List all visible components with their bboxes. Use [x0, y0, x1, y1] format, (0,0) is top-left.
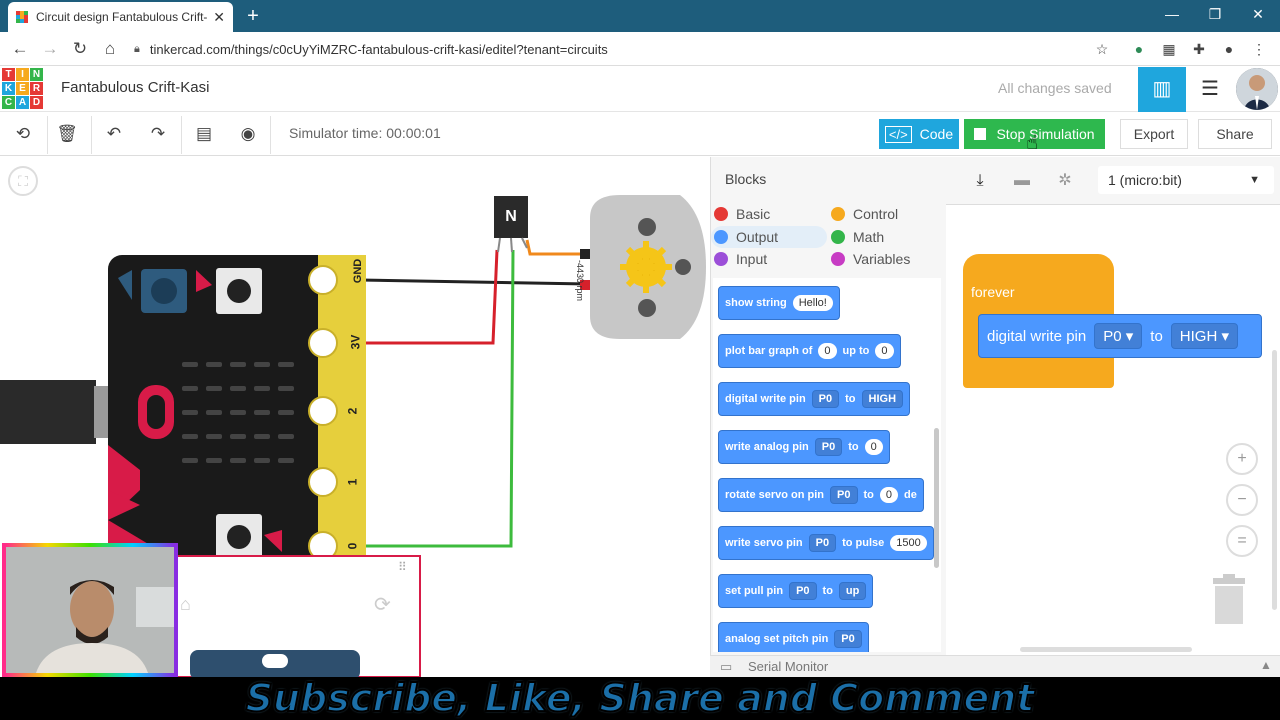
category-basic[interactable]: Basic: [714, 204, 770, 224]
block-write-servo-pin[interactable]: write servo pin P0 to pulse 1500: [718, 526, 934, 560]
workspace-vertical-scrollbar[interactable]: [1272, 350, 1277, 610]
share-button[interactable]: Share: [1198, 119, 1272, 149]
redo-icon[interactable]: ↷: [145, 122, 171, 146]
stop-label: Stop Simulation: [996, 126, 1095, 142]
workspace-horizontal-scrollbar[interactable]: [1020, 647, 1192, 652]
block-digital-write-pin[interactable]: digital write pin P0 to HIGH: [718, 382, 911, 416]
visibility-eye-icon[interactable]: ◉: [235, 122, 261, 146]
block-analog-set-pitch-pin[interactable]: analog set pitch pin P0: [718, 622, 869, 652]
pin-dropdown[interactable]: P0 ▾: [1094, 323, 1143, 349]
math-dot-icon: [831, 230, 845, 244]
debug-bug-icon[interactable]: ✲: [1052, 170, 1078, 192]
profile-icon[interactable]: ●: [1220, 40, 1238, 58]
category-output[interactable]: Output: [714, 227, 778, 247]
blocks-header: Blocks: [725, 171, 767, 187]
simulator-time: Simulator time: 00:00:01: [289, 125, 441, 141]
rotate-icon[interactable]: ⟲: [10, 122, 36, 146]
zoom-in-icon[interactable]: +: [1226, 443, 1258, 475]
forward-arrow-icon[interactable]: →: [39, 38, 61, 60]
tab-title: Circuit design Fantabulous Crift-: [36, 10, 208, 24]
rotate-view-icon[interactable]: ⟳: [374, 592, 391, 617]
category-math[interactable]: Math: [831, 227, 884, 247]
digital-write-statement[interactable]: digital write pin P0 ▾ to HIGH ▾: [978, 314, 1262, 358]
motor-rpm-label: -4430 rpm: [575, 260, 585, 302]
bookmark-star-icon[interactable]: ☆: [1093, 40, 1111, 58]
extension-globe-icon[interactable]: ●: [1130, 40, 1148, 58]
basic-dot-icon: [714, 207, 728, 221]
block-rotate-servo[interactable]: rotate servo on pin P0 to 0 de: [718, 478, 924, 512]
mouse-cursor-icon: ☝︎: [1026, 132, 1039, 154]
component-list-icon[interactable]: ☰: [1188, 67, 1232, 112]
download-icon[interactable]: ⤓: [967, 170, 993, 192]
pin-label-3v: 3V: [348, 334, 363, 350]
minimize-window-icon[interactable]: —: [1160, 4, 1184, 24]
category-input[interactable]: Input: [714, 249, 767, 269]
pin-label-gnd: GND: [352, 258, 365, 284]
extension-grid-icon[interactable]: ▦: [1160, 40, 1178, 58]
notes-icon[interactable]: ▤: [191, 122, 217, 146]
code-icon: </>: [884, 125, 912, 143]
presenter-video: [6, 547, 174, 673]
browser-tab[interactable]: Circuit design Fantabulous Crift- ✕: [8, 2, 233, 32]
avatar[interactable]: [1236, 68, 1278, 110]
extensions-puzzle-icon[interactable]: ✚: [1190, 40, 1208, 58]
home-view-icon[interactable]: ⌂: [180, 594, 191, 615]
block-show-string[interactable]: show string Hello!: [718, 286, 840, 320]
back-arrow-icon[interactable]: ←: [9, 38, 31, 60]
input-dot-icon: [714, 252, 728, 266]
banner-text: Subscribe, Like, Share and Comment: [245, 676, 1036, 720]
variables-dot-icon: [831, 252, 845, 266]
tinkercad-logo[interactable]: T I N K E R C A D: [2, 68, 43, 110]
transistor-label: N: [505, 208, 517, 225]
export-button[interactable]: Export: [1120, 119, 1188, 149]
upload-device-icon[interactable]: ▬: [1009, 170, 1035, 192]
blocks-scrollbar[interactable]: [934, 428, 939, 568]
serial-monitor-label: Serial Monitor: [748, 659, 829, 674]
circuit-view-icon[interactable]: ▥: [1138, 67, 1186, 112]
close-window-icon[interactable]: ✕: [1246, 4, 1270, 24]
toolbar-divider: [181, 116, 182, 154]
drag-handle-icon[interactable]: ⠿: [398, 560, 407, 574]
toolbar-divider: [270, 116, 271, 154]
tinkercad-favicon: [16, 11, 28, 23]
code-label: Code: [919, 126, 954, 142]
code-button[interactable]: </> Code: [879, 119, 959, 149]
device-select[interactable]: 1 (micro:bit) ▼: [1098, 166, 1274, 194]
toolbar-divider: [91, 116, 92, 154]
url-field[interactable]: 🔒︎ tinkercad.com/things/c0cUyYiMZRC-fant…: [134, 36, 1124, 62]
delete-trash-icon[interactable]: 🗑︎: [54, 122, 80, 146]
close-tab-icon[interactable]: ✕: [213, 9, 225, 26]
pin-label-0: 0: [345, 542, 360, 550]
browser-menu-icon[interactable]: ⋮: [1250, 40, 1268, 58]
maximize-window-icon[interactable]: ❐: [1203, 4, 1227, 24]
chevron-down-icon: ▼: [1249, 174, 1260, 186]
block-set-pull-pin[interactable]: set pull pin P0 to up: [718, 574, 874, 608]
pin-label-2: 2: [345, 407, 360, 415]
control-dot-icon: [831, 207, 845, 221]
category-control[interactable]: Control: [831, 204, 898, 224]
toolbar-divider: [47, 116, 48, 154]
new-tab-button[interactable]: +: [242, 4, 264, 28]
reload-icon[interactable]: ↻: [69, 38, 91, 60]
block-write-analog-pin[interactable]: write analog pin P0 to 0: [718, 430, 890, 464]
url-text: tinkercad.com/things/c0cUyYiMZRC-fantabu…: [149, 41, 608, 57]
output-dot-icon: [714, 230, 728, 244]
serial-monitor-icon: ▭: [720, 659, 733, 674]
zoom-out-icon[interactable]: −: [1226, 484, 1258, 516]
zoom-reset-icon[interactable]: =: [1226, 525, 1258, 557]
blocks-list[interactable]: show string Hello! plot bar graph of 0 u…: [713, 278, 941, 652]
save-status: All changes saved: [998, 80, 1112, 96]
stop-square-icon: [974, 128, 987, 140]
expand-up-icon[interactable]: ▲: [1260, 658, 1272, 672]
lock-icon: 🔒︎: [134, 42, 140, 55]
undo-icon[interactable]: ↶: [101, 122, 127, 146]
trash-can-icon[interactable]: [1210, 574, 1248, 626]
home-icon[interactable]: ⌂: [99, 38, 121, 60]
project-name[interactable]: Fantabulous Crift-Kasi: [61, 79, 209, 96]
webcam-overlay: [2, 543, 178, 677]
value-dropdown[interactable]: HIGH ▾: [1170, 323, 1238, 349]
block-plot-bar-graph[interactable]: plot bar graph of 0 up to 0: [718, 334, 901, 368]
pin-label-1: 1: [345, 478, 360, 486]
category-variables[interactable]: Variables: [831, 249, 910, 269]
